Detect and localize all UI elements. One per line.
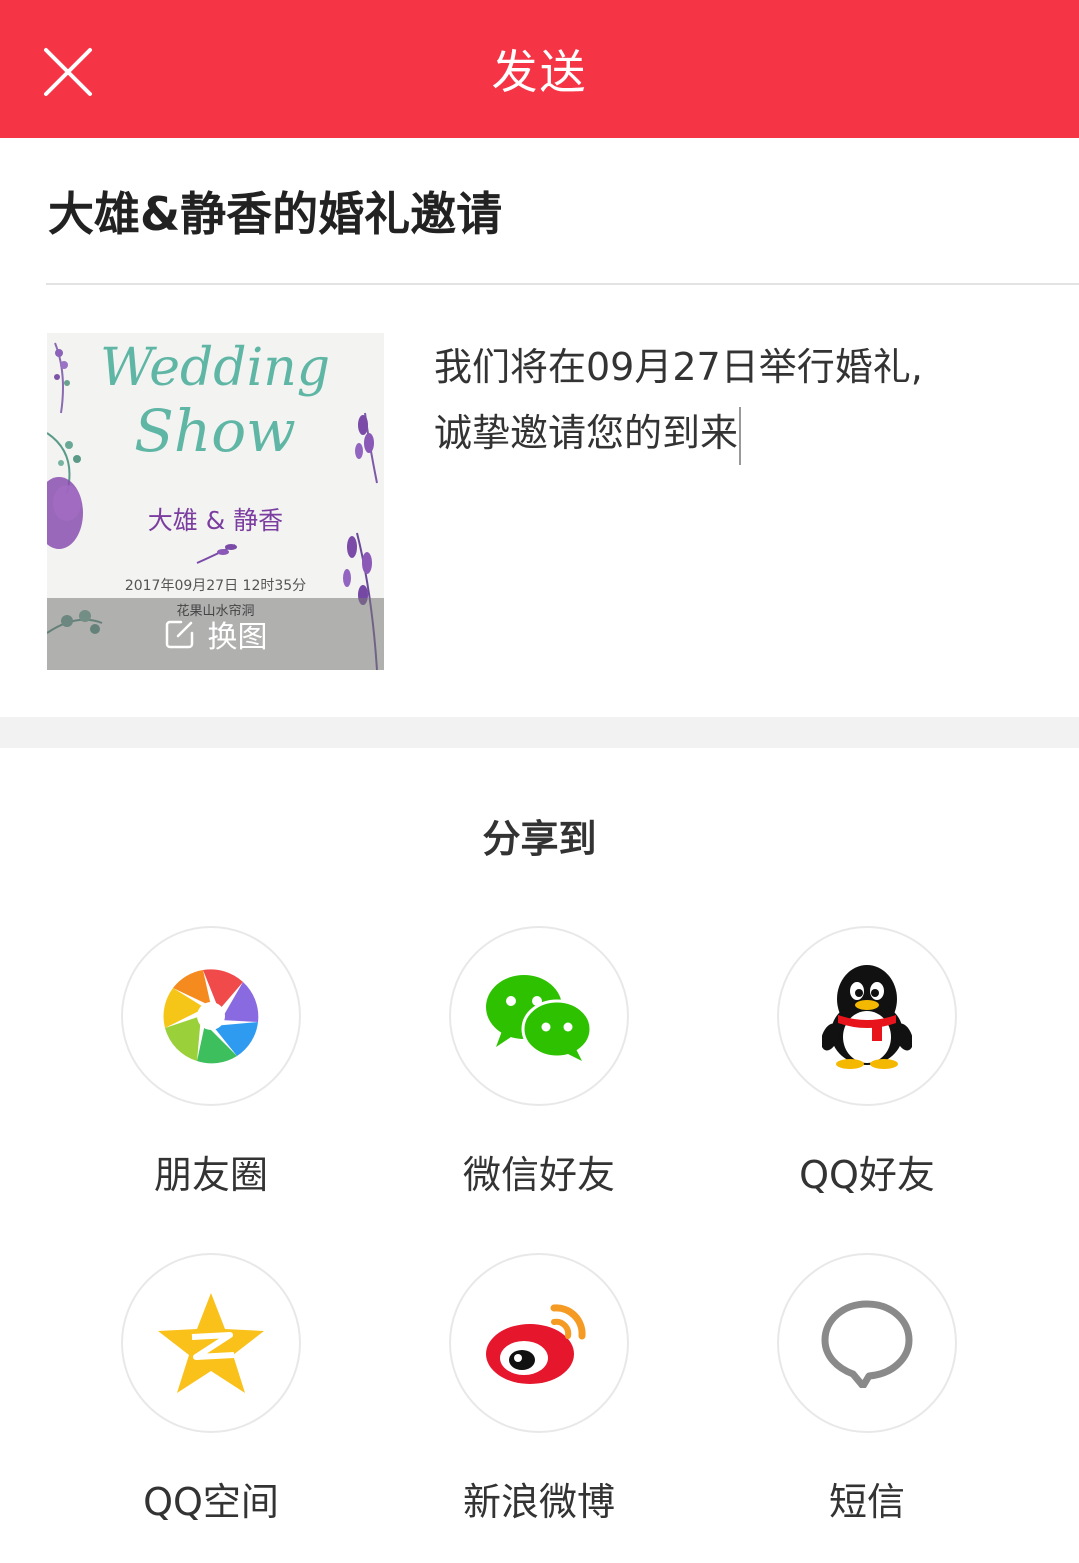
share-moments[interactable]: 朋友圈 <box>81 926 341 1199</box>
wechat-icon <box>486 975 593 1061</box>
invitation-card-image[interactable]: Wedding Show 大雄 & 静香 2017年09月27日 12时35分 … <box>47 333 384 670</box>
share-title: 分享到 <box>482 817 597 861</box>
invitation-title[interactable]: 大雄&静香的婚礼邀请 <box>48 178 502 244</box>
share-weibo[interactable]: 新浪微博 <box>409 1253 669 1526</box>
message-line-2: 诚挚邀请您的到来 <box>434 411 739 455</box>
share-qzone-label: QQ空间 <box>143 1480 279 1524</box>
qzone-icon <box>158 1293 264 1393</box>
qq-icon <box>822 965 912 1069</box>
share-sms-label: 短信 <box>828 1480 905 1524</box>
top-bar: 发送 <box>0 0 1079 138</box>
svg-text:Show: Show <box>134 397 296 465</box>
page-title: 发送 <box>491 45 588 99</box>
share-sms[interactable]: 短信 <box>737 1253 997 1526</box>
svg-text:Wedding: Wedding <box>100 338 330 398</box>
share-qzone[interactable]: QQ空间 <box>81 1253 341 1526</box>
text-cursor <box>739 406 742 465</box>
weibo-icon <box>486 1304 586 1384</box>
share-wechat-label: 微信好友 <box>462 1153 615 1197</box>
close-button[interactable] <box>36 42 98 104</box>
share-moments-label: 朋友圈 <box>153 1153 268 1197</box>
share-wechat-circle <box>449 926 629 1106</box>
message-line-2-wrap: 诚挚邀请您的到来 <box>434 400 1034 466</box>
card-couple-names: 大雄 & 静香 <box>147 506 284 535</box>
section-separator <box>0 717 1079 748</box>
edit-icon <box>165 620 193 649</box>
share-weibo-circle <box>449 1253 629 1433</box>
message-line-1: 我们将在09月27日举行婚礼, <box>434 345 923 389</box>
share-wechat[interactable]: 微信好友 <box>409 926 669 1199</box>
card-place: 花果山水帘洞 <box>176 604 255 619</box>
share-moments-circle <box>121 926 301 1106</box>
share-qzone-circle <box>121 1253 301 1433</box>
share-qq-label: QQ好友 <box>799 1153 935 1197</box>
share-qq-circle <box>777 926 957 1106</box>
share-qq[interactable]: QQ好友 <box>737 926 997 1199</box>
card-datetime: 2017年09月27日 12时35分 <box>124 578 307 594</box>
sms-icon <box>821 1300 913 1388</box>
close-icon <box>44 48 92 96</box>
invitation-message-field[interactable]: 我们将在09月27日举行婚礼, 诚挚邀请您的到来 <box>434 334 1034 466</box>
moments-icon <box>163 969 259 1064</box>
divider <box>46 283 1079 285</box>
share-sms-circle <box>777 1253 957 1433</box>
share-weibo-label: 新浪微博 <box>462 1480 615 1524</box>
